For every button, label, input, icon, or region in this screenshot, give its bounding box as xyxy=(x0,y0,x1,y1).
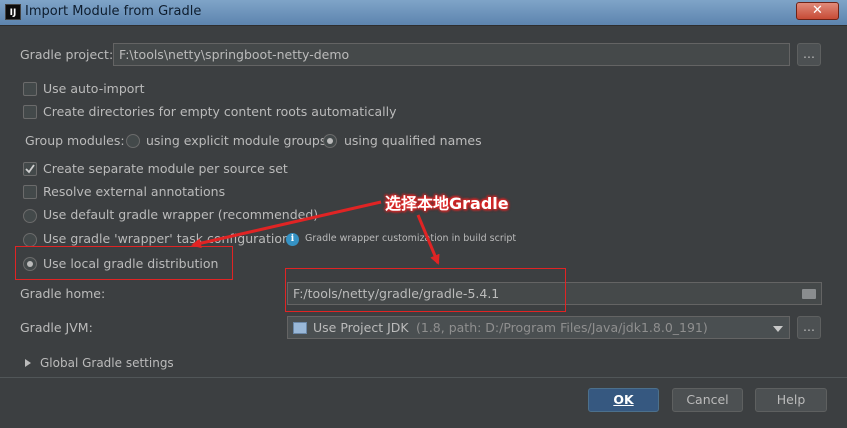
chevron-down-icon xyxy=(773,326,783,332)
window-title: Import Module from Gradle xyxy=(25,4,202,19)
jdk-folder-icon xyxy=(293,322,307,334)
auto-import-checkbox[interactable] xyxy=(23,82,37,96)
create-dirs-checkbox[interactable] xyxy=(23,105,37,119)
create-dirs-label: Create directories for empty content roo… xyxy=(43,104,397,119)
resolve-annotations-label: Resolve external annotations xyxy=(43,184,226,199)
local-distribution-highlight-box xyxy=(15,246,233,280)
intellij-app-icon: IJ xyxy=(5,4,21,20)
gradle-home-label: Gradle home: xyxy=(20,286,106,301)
explicit-groups-label: using explicit module groups xyxy=(146,133,327,148)
gradle-home-highlight-box xyxy=(285,268,566,312)
wrapper-task-label: Use gradle 'wrapper' task configuration xyxy=(43,231,290,246)
gradle-jvm-selected: Use Project JDK xyxy=(313,320,409,335)
gradle-jvm-browse-button[interactable]: ... xyxy=(797,316,821,339)
gradle-project-label: Gradle project: xyxy=(20,47,114,62)
group-modules-label: Group modules: xyxy=(25,133,125,148)
global-settings-label[interactable]: Global Gradle settings xyxy=(40,356,174,370)
annotation-label: 选择本地Gradle xyxy=(385,194,509,213)
radio-selected-dot xyxy=(327,138,333,144)
gradle-project-browse-button[interactable]: ... xyxy=(797,43,821,66)
gradle-jvm-detail: (1.8, path: D:/Program Files/Java/jdk1.8… xyxy=(416,320,708,335)
separate-module-checkbox[interactable] xyxy=(23,162,37,176)
help-button[interactable]: Help xyxy=(755,388,827,412)
qualified-names-radio[interactable] xyxy=(323,134,337,148)
wrapper-hint-label: Gradle wrapper customization in build sc… xyxy=(305,233,517,244)
wrapper-task-radio[interactable] xyxy=(23,233,37,247)
info-icon: i xyxy=(286,233,299,246)
gradle-jvm-label: Gradle JVM: xyxy=(20,320,93,335)
qualified-names-label: using qualified names xyxy=(344,133,482,148)
footer-divider xyxy=(0,377,847,378)
folder-icon[interactable] xyxy=(802,289,816,299)
separate-module-label: Create separate module per source set xyxy=(43,161,288,176)
expand-arrow-icon[interactable] xyxy=(25,359,31,367)
gradle-jvm-dropdown[interactable]: Use Project JDK (1.8, path: D:/Program F… xyxy=(287,316,790,339)
auto-import-label: Use auto-import xyxy=(43,81,145,96)
ok-button[interactable]: OK xyxy=(588,388,659,412)
resolve-annotations-checkbox[interactable] xyxy=(23,185,37,199)
default-wrapper-radio[interactable] xyxy=(23,209,37,223)
default-wrapper-label: Use default gradle wrapper (recommended) xyxy=(43,207,319,222)
cancel-button[interactable]: Cancel xyxy=(672,388,743,412)
checkmark-icon xyxy=(25,164,35,174)
explicit-groups-radio[interactable] xyxy=(126,134,140,148)
title-bar: IJ Import Module from Gradle ✕ xyxy=(0,0,847,26)
close-button[interactable]: ✕ xyxy=(796,2,839,20)
gradle-project-field[interactable]: F:\tools\netty\springboot-netty-demo xyxy=(113,43,790,66)
